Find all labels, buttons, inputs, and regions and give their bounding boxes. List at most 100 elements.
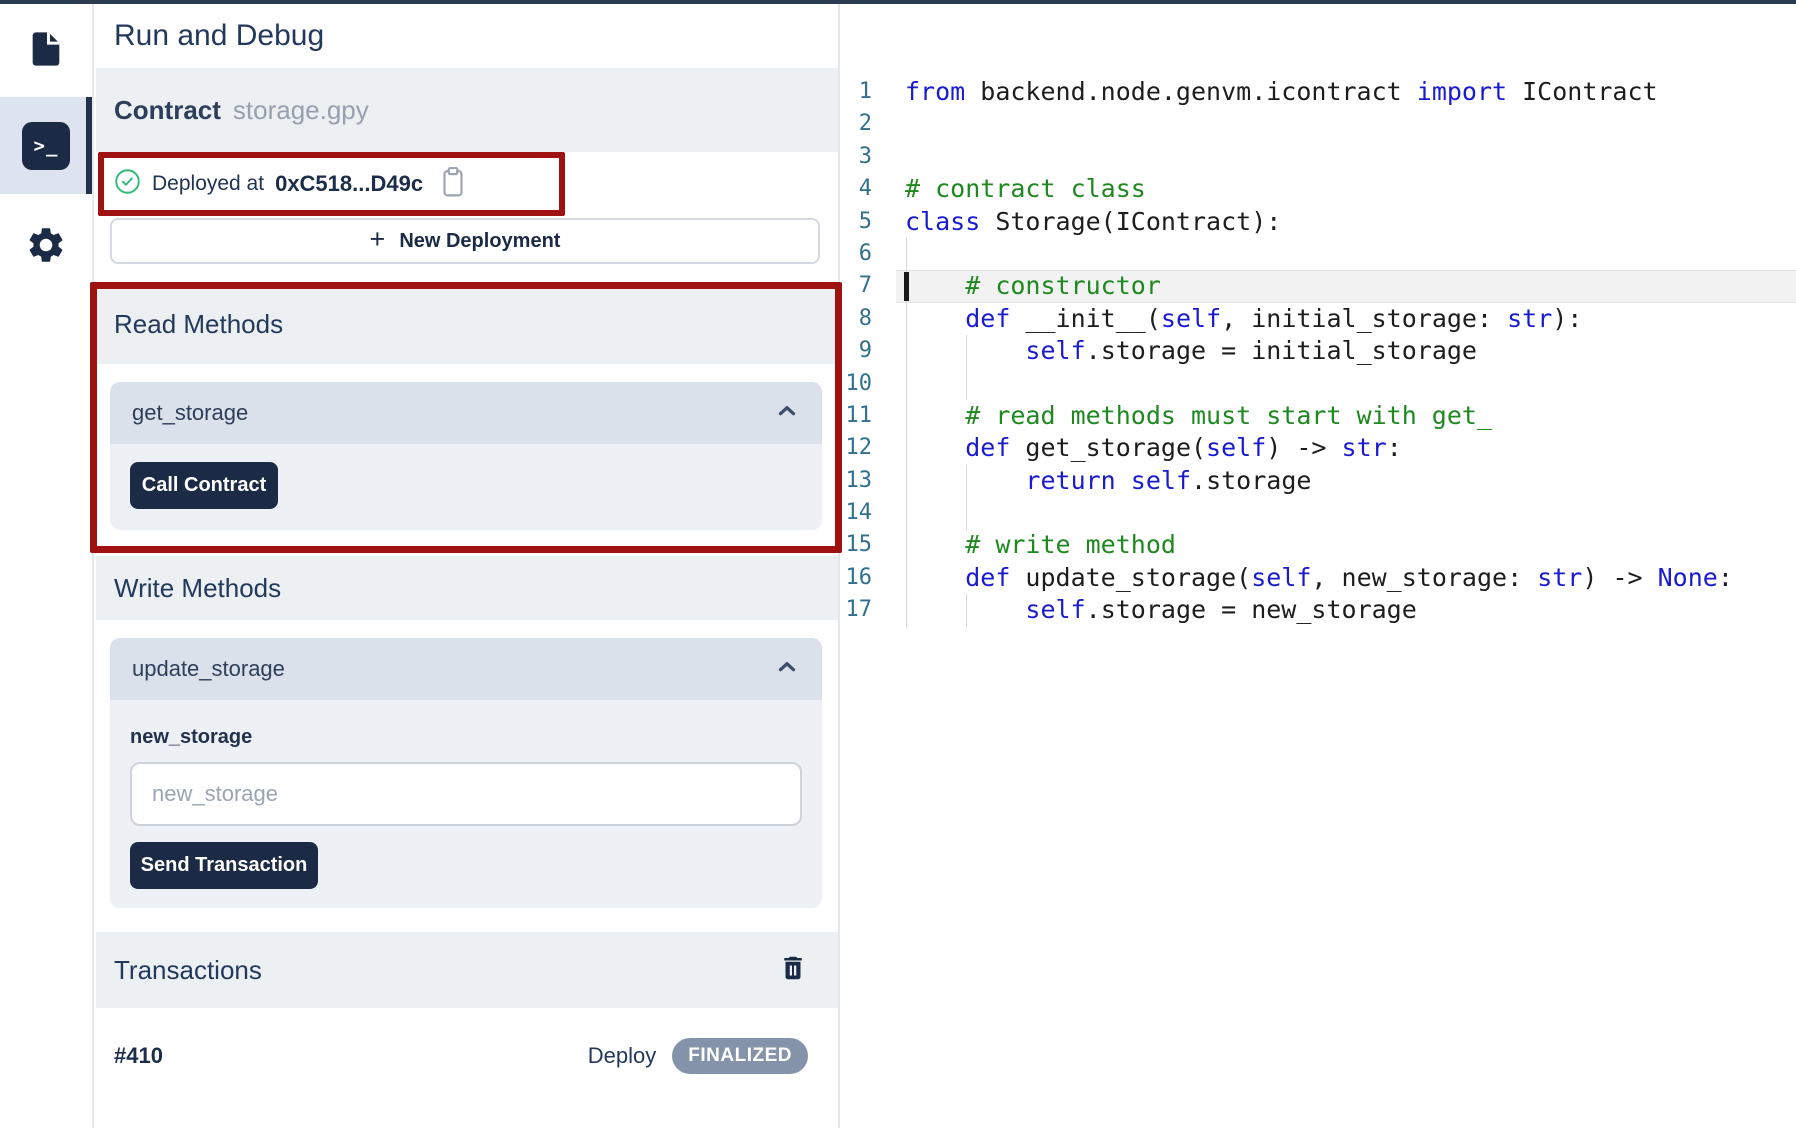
code-token: def	[965, 304, 1010, 333]
line-number: 17	[840, 594, 872, 626]
read-method-card: get_storage Call Contract	[110, 382, 822, 530]
send-transaction-button[interactable]: Send Transaction	[130, 842, 318, 889]
transaction-row[interactable]: #410 Deploy FINALIZED	[96, 1008, 838, 1104]
code-token	[905, 595, 1025, 624]
code-token: return	[1025, 466, 1115, 495]
code-token: def	[965, 563, 1010, 592]
chevron-up-icon	[774, 398, 800, 429]
icon-sidebar: >_	[0, 4, 94, 1128]
contract-label: Contract	[114, 95, 221, 126]
code-token: IContract	[1507, 77, 1658, 106]
clear-transactions-button[interactable]	[778, 953, 808, 988]
code-line: def __init__(self, initial_storage: str)…	[905, 303, 1733, 335]
line-number: 5	[840, 206, 872, 238]
code-line: self.storage = initial_storage	[905, 335, 1733, 367]
code-line: self.storage = new_storage	[905, 594, 1733, 626]
new-deployment-button[interactable]: + New Deployment	[110, 218, 820, 264]
deployed-at-label: Deployed at	[152, 172, 264, 196]
code-token: import	[1417, 77, 1507, 106]
code-token	[905, 433, 965, 462]
code-line: # contract class	[905, 173, 1733, 205]
new-deployment-label: New Deployment	[399, 230, 560, 253]
terminal-icon: >_	[22, 122, 70, 170]
line-number: 15	[840, 529, 872, 561]
line-number: 1	[840, 76, 872, 108]
code-token: ):	[1552, 304, 1582, 333]
code-lines: from backend.node.genvm.icontract import…	[905, 76, 1733, 627]
code-token: self	[1206, 433, 1266, 462]
contract-file-name: storage.gpy	[233, 95, 369, 126]
code-token: self	[1025, 336, 1085, 365]
code-token: from	[905, 77, 965, 106]
write-methods-band: Write Methods	[96, 556, 838, 620]
trash-icon	[778, 953, 808, 988]
code-token: # contract class	[905, 174, 1146, 203]
code-token: class	[905, 207, 980, 236]
code-token: .storage	[1191, 466, 1311, 495]
transactions-title: Transactions	[114, 955, 262, 986]
transaction-id: #410	[114, 1043, 163, 1069]
line-number: 10	[840, 368, 872, 400]
transactions-band: Transactions	[96, 932, 838, 1008]
line-number: 6	[840, 238, 872, 270]
line-number: 14	[840, 497, 872, 529]
code-token: None	[1658, 563, 1718, 592]
line-number: 8	[840, 303, 872, 335]
clipboard-icon	[438, 165, 468, 204]
code-token: self	[1131, 466, 1191, 495]
code-token: def	[965, 433, 1010, 462]
code-token: str	[1342, 433, 1387, 462]
code-token: __init__(	[1010, 304, 1161, 333]
write-methods-title: Write Methods	[114, 573, 281, 604]
code-token: :	[1718, 563, 1733, 592]
code-token: get_storage(	[1010, 433, 1206, 462]
code-token	[905, 304, 965, 333]
line-number: 7	[840, 270, 872, 302]
code-token: ) ->	[1582, 563, 1657, 592]
code-token: # write method	[965, 530, 1176, 559]
code-line: return self.storage	[905, 465, 1733, 497]
code-line: # read methods must start with get_	[905, 400, 1733, 432]
code-token	[905, 271, 965, 300]
code-token: self	[1251, 563, 1311, 592]
write-method-card: update_storage new_storage Send Transact…	[110, 638, 822, 908]
code-token	[905, 336, 1025, 365]
gear-icon	[25, 224, 67, 271]
contract-header-band: Contract storage.gpy	[96, 68, 838, 152]
contract-address: 0xC518...D49c	[275, 171, 423, 197]
transaction-type: Deploy	[588, 1043, 656, 1069]
code-token: self	[1161, 304, 1221, 333]
code-token: , new_storage:	[1311, 563, 1537, 592]
app-window: >_ Run and Debug Contract storage.gpy De…	[0, 0, 1796, 1128]
deployment-status-row: Deployed at 0xC518...D49c	[114, 152, 468, 216]
code-token: backend.node.genvm.icontract	[965, 77, 1417, 106]
code-token: self	[1025, 595, 1085, 624]
code-line	[905, 368, 1733, 400]
method-name: update_storage	[132, 656, 285, 682]
files-nav-button[interactable]	[0, 18, 92, 84]
code-token: .storage = initial_storage	[1086, 336, 1477, 365]
code-editor[interactable]: 1234567891011121314151617 from backend.n…	[840, 4, 1796, 1124]
copy-address-button[interactable]	[438, 165, 468, 204]
status-badge: FINALIZED	[672, 1038, 808, 1074]
update-storage-accordion-header[interactable]: update_storage	[110, 638, 822, 700]
code-token	[905, 563, 965, 592]
line-number: 16	[840, 562, 872, 594]
new-storage-input[interactable]	[130, 762, 802, 826]
line-number: 13	[840, 465, 872, 497]
read-methods-title: Read Methods	[114, 309, 283, 340]
success-check-icon	[114, 168, 141, 200]
settings-nav-button[interactable]	[0, 216, 92, 278]
code-line	[905, 238, 1733, 270]
line-number: 9	[840, 335, 872, 367]
code-line: def get_storage(self) -> str:	[905, 432, 1733, 464]
get-storage-accordion-header[interactable]: get_storage	[110, 382, 822, 444]
line-number-gutter: 1234567891011121314151617	[840, 76, 872, 627]
run-debug-nav-button[interactable]: >_	[0, 97, 92, 194]
line-number: 2	[840, 108, 872, 140]
code-token: .storage = new_storage	[1086, 595, 1417, 624]
code-token: update_storage(	[1010, 563, 1251, 592]
call-contract-button[interactable]: Call Contract	[130, 462, 278, 509]
code-line	[905, 108, 1733, 140]
chevron-up-icon	[774, 654, 800, 685]
